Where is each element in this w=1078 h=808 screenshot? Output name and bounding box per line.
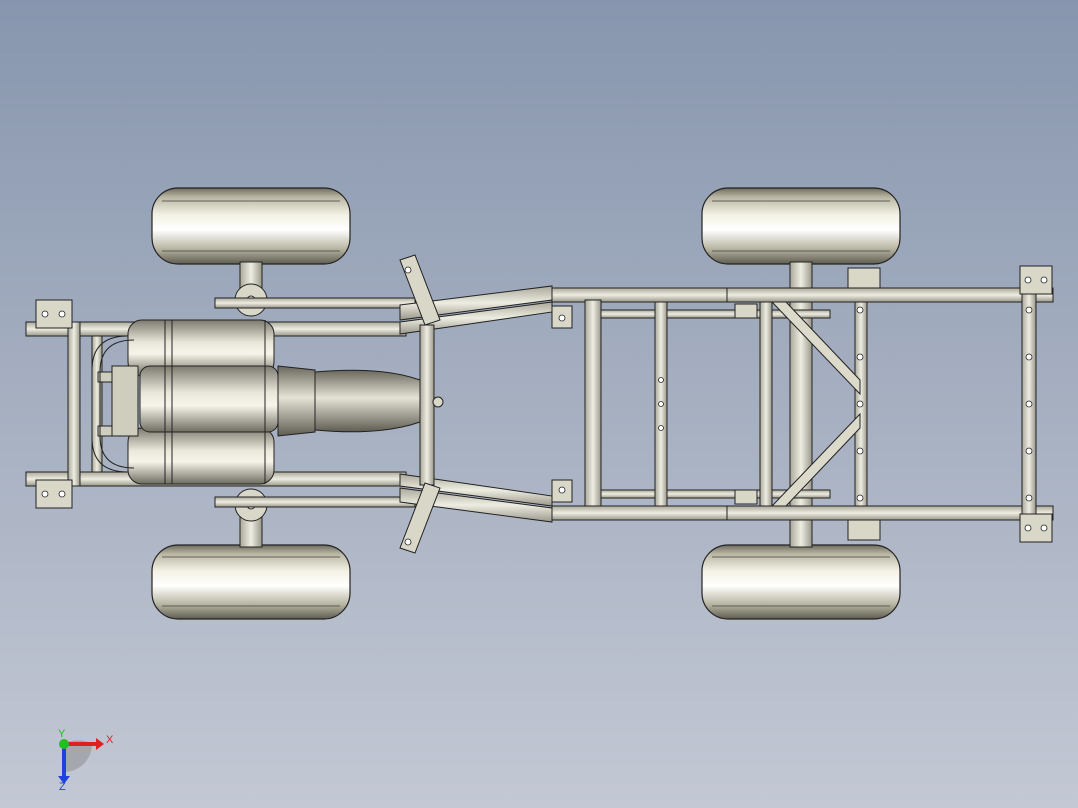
rear-right-tire[interactable] <box>701 544 901 620</box>
rear-left-tire[interactable] <box>701 187 901 265</box>
front-right-tire[interactable] <box>151 544 351 620</box>
front-left-tire[interactable] <box>151 187 351 265</box>
y-axis-label: Y <box>58 728 66 740</box>
x-bracing <box>770 301 861 507</box>
x-axis-arrowhead <box>96 738 104 750</box>
axis-triad[interactable]: X Y Z <box>58 728 114 793</box>
x-axis-label: X <box>106 734 114 746</box>
y-axis-dot <box>59 739 69 749</box>
z-axis-label: Z <box>59 781 66 793</box>
engine-assembly[interactable] <box>97 319 444 485</box>
chassis-model[interactable]: X Y Z <box>0 0 1078 808</box>
graphics-viewport[interactable]: X Y Z <box>0 0 1078 808</box>
